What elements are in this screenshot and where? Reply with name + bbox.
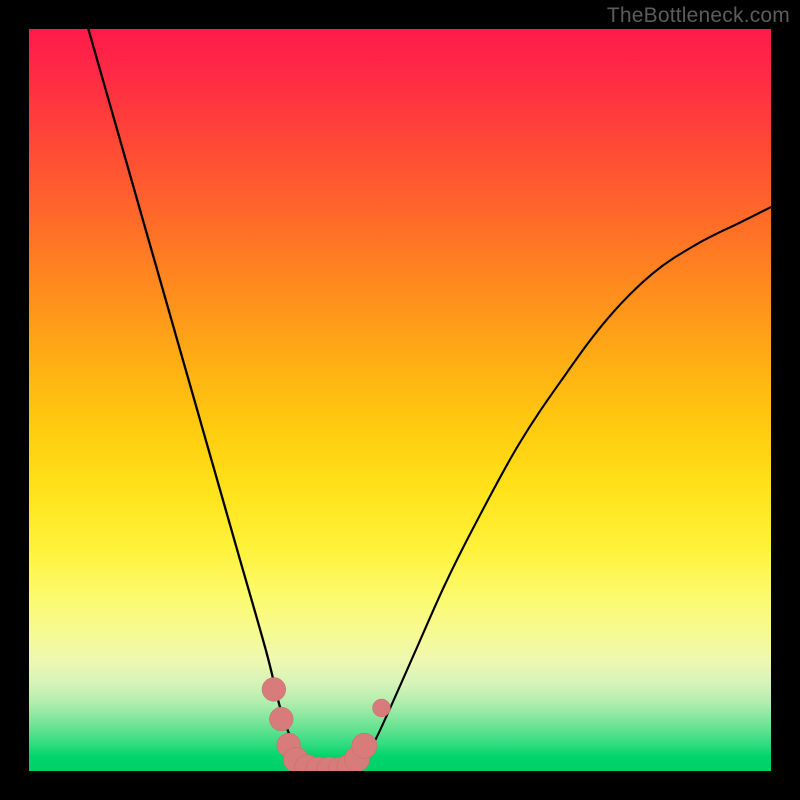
watermark-text: TheBottleneck.com (607, 4, 790, 28)
marker-dot (262, 678, 286, 702)
highlighted-markers (262, 678, 390, 771)
marker-dot (373, 699, 391, 717)
chart-svg (29, 29, 771, 771)
chart-frame: TheBottleneck.com (0, 0, 800, 800)
marker-dot (352, 733, 377, 758)
bottleneck-curve (88, 29, 771, 771)
plot-area (29, 29, 771, 771)
curve-right-branch (326, 207, 771, 771)
curve-left-branch (88, 29, 325, 771)
marker-dot (269, 707, 293, 731)
